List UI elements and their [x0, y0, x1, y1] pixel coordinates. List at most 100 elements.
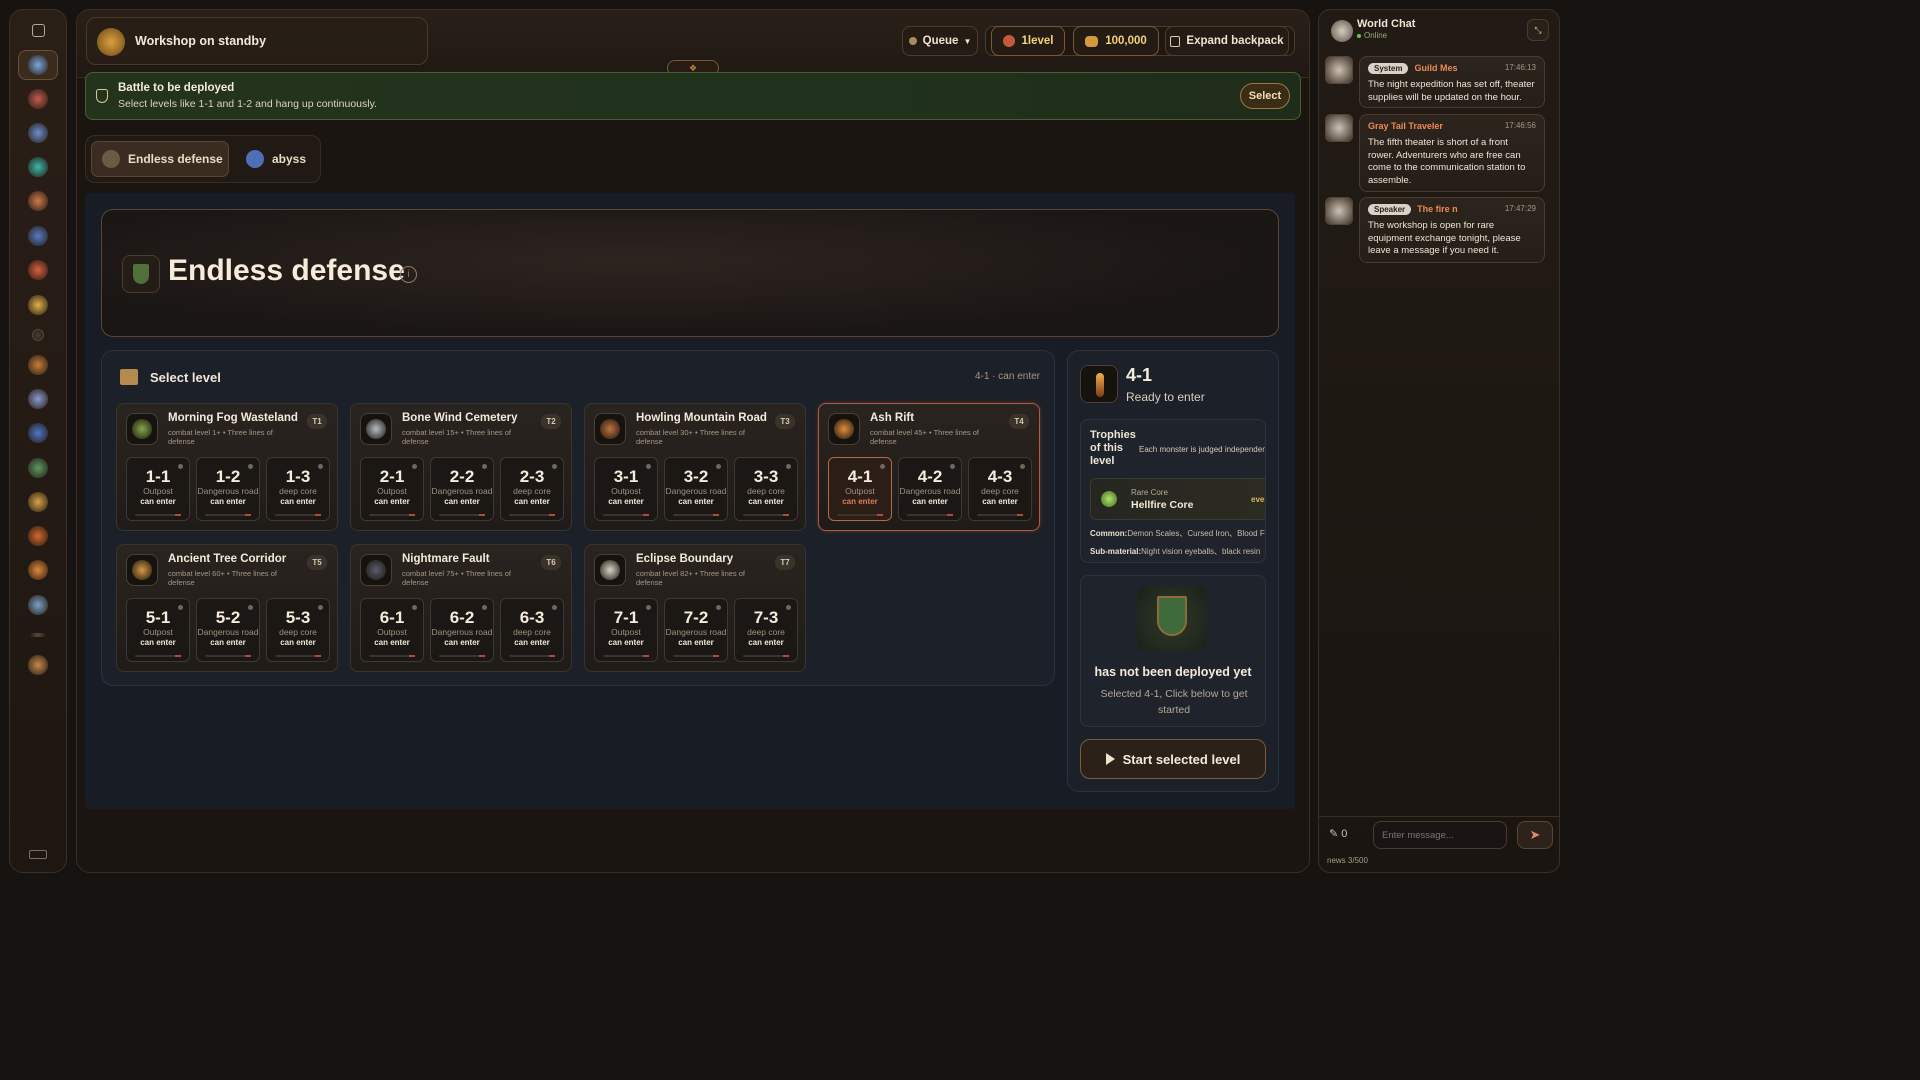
send-button[interactable]: ➤ — [1517, 821, 1553, 849]
info-icon[interactable]: i — [400, 266, 417, 283]
region-requirement: combat level 60+ • Three lines of defens… — [168, 569, 278, 587]
chat-input[interactable] — [1373, 821, 1507, 849]
stage-button-2-2[interactable]: 2-2 Dangerous road can enter — [430, 457, 494, 521]
level-indicator[interactable]: 1level — [991, 26, 1065, 56]
stage-button-4-3[interactable]: 4-3 deep core can enter — [968, 457, 1032, 521]
stage-button-3-3[interactable]: 3-3 deep core can enter — [734, 457, 798, 521]
stage-button-5-3[interactable]: 5-3 deep core can enter — [266, 598, 330, 662]
stage-button-4-1[interactable]: 4-1 Outpost can enter — [828, 457, 892, 521]
minimize-chat-button[interactable]: ⤡ — [1527, 19, 1549, 41]
sidebar-item-14[interactable] — [18, 487, 58, 517]
status-dot-icon — [318, 464, 323, 469]
stage-button-6-2[interactable]: 6-2 Dangerous road can enter — [430, 598, 494, 662]
stage-button-3-2[interactable]: 3-2 Dangerous road can enter — [664, 457, 728, 521]
sidebar-item-6[interactable] — [18, 221, 58, 251]
region-card: Howling Mountain Road combat level 30+ • … — [584, 403, 806, 531]
play-icon — [1105, 753, 1115, 765]
tier-badge: T7 — [775, 555, 795, 570]
tab-endless-defense[interactable]: Endless defense — [91, 141, 229, 177]
start-level-button[interactable]: Start selected level — [1080, 739, 1266, 779]
settings-toggle-button[interactable] — [18, 844, 58, 864]
stage-progress-bar — [509, 655, 555, 657]
stage-button-1-2[interactable]: 1-2 Dangerous road can enter — [196, 457, 260, 521]
region-name: Nightmare Fault — [402, 553, 490, 565]
queue-dropdown[interactable]: Queue ▼ — [902, 26, 978, 56]
stage-status: can enter — [140, 497, 176, 506]
sidebar-item-18[interactable] — [18, 620, 58, 650]
stage-button-6-3[interactable]: 6-3 deep core can enter — [500, 598, 564, 662]
stage-status: can enter — [748, 497, 784, 506]
stage-button-7-3[interactable]: 7-3 deep core can enter — [734, 598, 798, 662]
sidebar-item-4[interactable] — [18, 152, 58, 182]
stage-status: can enter — [678, 497, 714, 506]
status-dot-icon — [248, 464, 253, 469]
stage-status: can enter — [374, 497, 410, 506]
status-dot-icon — [786, 464, 791, 469]
stage-code: 1-3 — [285, 467, 311, 486]
stage-progress-bar — [205, 655, 251, 657]
nav-phoenix-icon — [28, 260, 48, 280]
gold-indicator[interactable]: 100,000 — [1073, 26, 1159, 56]
stage-button-3-1[interactable]: 3-1 Outpost can enter — [594, 457, 658, 521]
online-status: Online — [1357, 31, 1387, 40]
nav-orb-icon — [28, 226, 48, 246]
stage-status: can enter — [678, 638, 714, 647]
workshop-status[interactable]: Workshop on standby — [86, 17, 428, 65]
stage-button-7-2[interactable]: 7-2 Dangerous road can enter — [664, 598, 728, 662]
region-requirement: combat level 30+ • Three lines of defens… — [636, 428, 746, 446]
content-panel: Endless defense i Select level 4-1 · can… — [85, 193, 1295, 809]
select-button[interactable]: Select — [1240, 83, 1290, 109]
stage-button-7-1[interactable]: 7-1 Outpost can enter — [594, 598, 658, 662]
stage-button-2-3[interactable]: 2-3 deep core can enter — [500, 457, 564, 521]
world-chat-panel: World Chat Online ⤡ System Guild Mes 17:46… — [1318, 9, 1560, 873]
tier-badge: T2 — [541, 414, 561, 429]
shrink-icon: ⤡ — [1534, 25, 1542, 35]
sidebar-item-3[interactable] — [18, 118, 58, 148]
sidebar-item-5[interactable] — [18, 186, 58, 216]
sidebar-item-13[interactable] — [18, 453, 58, 483]
sidebar-item-9[interactable] — [18, 320, 58, 350]
chat-quota: news 3/500 — [1327, 856, 1368, 865]
sidebar-item-11[interactable] — [18, 384, 58, 414]
nav-gem-icon — [28, 560, 48, 580]
stage-kind: Dangerous road — [665, 627, 727, 637]
region-card: Eclipse Boundary combat level 82+ • Three… — [584, 544, 806, 672]
stage-button-5-1[interactable]: 5-1 Outpost can enter — [126, 598, 190, 662]
sidebar-item-17[interactable] — [18, 590, 58, 620]
sender-avatar-icon — [1325, 56, 1353, 84]
trophies-title: Trophies of this level — [1090, 429, 1136, 467]
collapse-sidebar-button[interactable] — [18, 18, 58, 42]
sidebar-item-1[interactable] — [18, 50, 58, 80]
stage-button-5-2[interactable]: 5-2 Dangerous road can enter — [196, 598, 260, 662]
status-dot-icon — [552, 464, 557, 469]
stage-code: 3-3 — [753, 467, 779, 486]
stage-code: 7-3 — [753, 608, 779, 627]
expand-backpack-button[interactable]: Expand backpack — [1165, 26, 1289, 56]
stage-kind: Outpost — [143, 627, 173, 637]
sidebar-item-2[interactable] — [18, 84, 58, 114]
sidebar-item-7[interactable] — [18, 255, 58, 285]
stage-button-1-1[interactable]: 1-1 Outpost can enter — [126, 457, 190, 521]
sidebar-item-19[interactable] — [18, 650, 58, 680]
sidebar-item-8[interactable] — [18, 290, 58, 320]
sidebar-item-12[interactable] — [18, 418, 58, 448]
rare-drop[interactable]: Rare Core Hellfire Core every m — [1090, 478, 1265, 520]
sidebar-item-16[interactable] — [18, 555, 58, 585]
chevron-down-icon: ▼ — [963, 36, 972, 46]
stage-progress-bar — [509, 514, 555, 516]
sidebar-item-15[interactable] — [18, 521, 58, 551]
stage-code: 5-2 — [215, 608, 241, 627]
tab-abyss[interactable]: abyss — [236, 141, 316, 177]
sidebar-item-10[interactable] — [18, 350, 58, 380]
stage-progress-bar — [673, 514, 719, 516]
emoji-counter[interactable]: ✎ 0 — [1329, 827, 1347, 840]
region-icon — [126, 413, 158, 445]
stage-button-2-1[interactable]: 2-1 Outpost can enter — [360, 457, 424, 521]
mode-tabs: Endless defense abyss — [85, 135, 321, 183]
tier-badge: T6 — [541, 555, 561, 570]
status-dot-icon — [178, 464, 183, 469]
stage-button-1-3[interactable]: 1-3 deep core can enter — [266, 457, 330, 521]
nav-wand-icon — [28, 389, 48, 409]
stage-button-6-1[interactable]: 6-1 Outpost can enter — [360, 598, 424, 662]
stage-button-4-2[interactable]: 4-2 Dangerous road can enter — [898, 457, 962, 521]
